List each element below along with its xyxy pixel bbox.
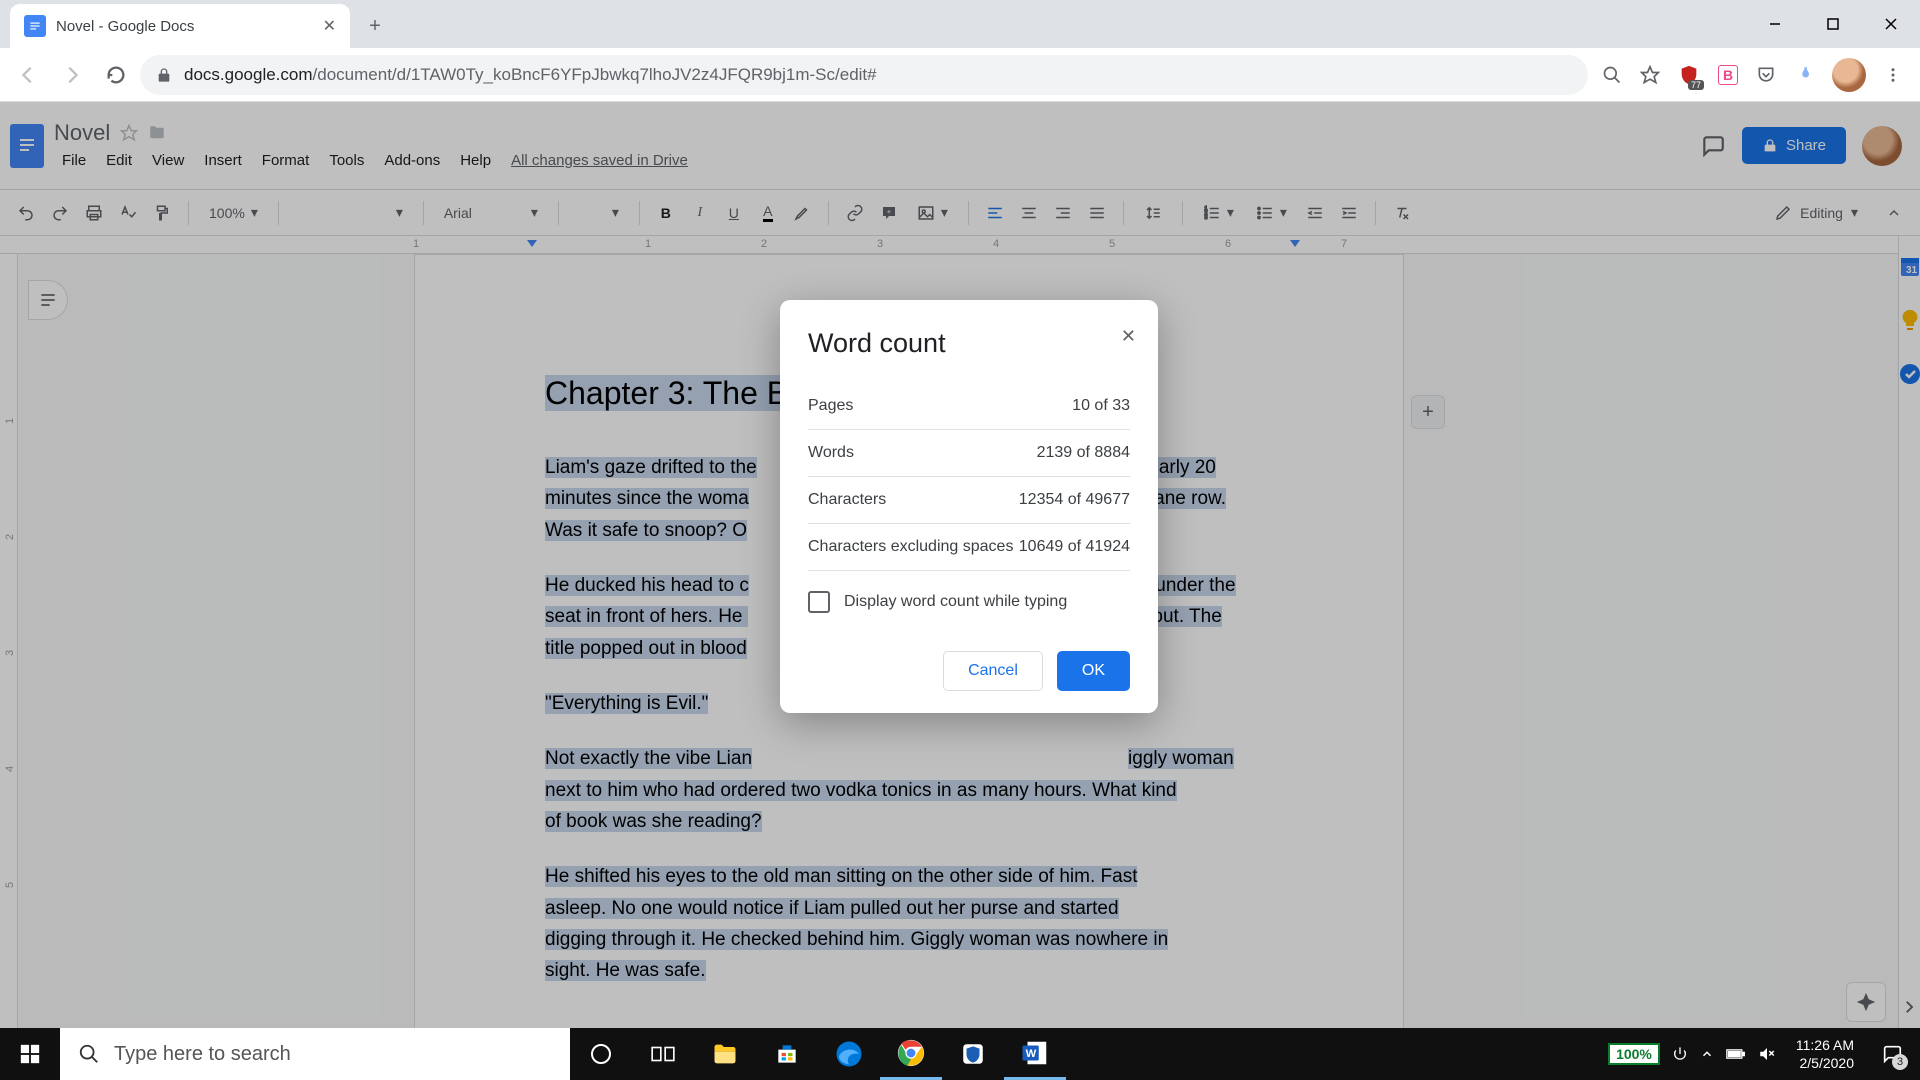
taskbar-search[interactable]: Type here to search	[60, 1028, 570, 1080]
stat-words: Words2139 of 8884	[808, 430, 1130, 477]
stat-characters: Characters12354 of 49677	[808, 477, 1130, 524]
battery-indicator[interactable]: 100%	[1608, 1043, 1660, 1065]
security-app-button[interactable]	[942, 1028, 1004, 1080]
toolbar-actions: 77 B	[1592, 58, 1912, 92]
search-icon	[78, 1043, 100, 1065]
window-minimize-button[interactable]	[1746, 0, 1804, 48]
extension-b-icon[interactable]: B	[1718, 65, 1738, 85]
cortana-button[interactable]	[570, 1028, 632, 1080]
word-button[interactable]: W	[1004, 1028, 1066, 1080]
task-view-button[interactable]	[632, 1028, 694, 1080]
url-text: docs.google.com/document/d/1TAW0Ty_koBnc…	[184, 65, 877, 85]
lock-icon	[156, 67, 172, 83]
power-icon[interactable]	[1672, 1046, 1688, 1062]
pocket-icon[interactable]	[1756, 65, 1776, 85]
new-tab-button[interactable]: +	[356, 7, 394, 45]
action-center-button[interactable]: 3	[1874, 1036, 1910, 1072]
svg-text:W: W	[1026, 1047, 1037, 1059]
dialog-title: Word count	[808, 328, 1130, 359]
browser-profile-avatar[interactable]	[1832, 58, 1866, 92]
forward-button[interactable]	[52, 55, 92, 95]
window-controls	[1746, 0, 1920, 48]
windows-taskbar: Type here to search W 100% 11:26 AM 2/5/…	[0, 1028, 1920, 1080]
word-count-dialog: Word count ✕ Pages10 of 33 Words2139 of …	[780, 300, 1158, 713]
file-explorer-button[interactable]	[694, 1028, 756, 1080]
tab-title: Novel - Google Docs	[56, 18, 313, 35]
docs-favicon	[24, 15, 46, 37]
stat-characters-no-spaces: Characters excluding spaces10649 of 4192…	[808, 524, 1130, 571]
browser-tab[interactable]: Novel - Google Docs ✕	[10, 4, 350, 48]
bookmark-star-icon[interactable]	[1640, 65, 1660, 85]
window-close-button[interactable]	[1862, 0, 1920, 48]
stat-pages: Pages10 of 33	[808, 383, 1130, 430]
zoom-icon[interactable]	[1602, 65, 1622, 85]
tab-close-icon[interactable]: ✕	[323, 16, 336, 36]
extension-shield-icon[interactable]: 77	[1678, 64, 1700, 86]
tray-chevron-icon[interactable]	[1700, 1047, 1714, 1061]
browser-tabstrip: Novel - Google Docs ✕ +	[0, 0, 1920, 48]
extension-badge: 77	[1688, 80, 1704, 90]
reload-button[interactable]	[96, 55, 136, 95]
chrome-button[interactable]	[880, 1028, 942, 1080]
volume-mute-icon[interactable]	[1758, 1045, 1776, 1063]
address-bar[interactable]: docs.google.com/document/d/1TAW0Ty_koBnc…	[140, 55, 1588, 95]
search-placeholder: Type here to search	[114, 1043, 291, 1066]
start-button[interactable]	[0, 1028, 60, 1080]
edge-button[interactable]	[818, 1028, 880, 1080]
cancel-button[interactable]: Cancel	[943, 651, 1043, 691]
browser-toolbar: docs.google.com/document/d/1TAW0Ty_koBnc…	[0, 48, 1920, 102]
dialog-close-button[interactable]: ✕	[1121, 326, 1136, 347]
taskbar-clock[interactable]: 11:26 AM 2/5/2020	[1788, 1036, 1862, 1072]
extension-flame-icon[interactable]	[1794, 65, 1814, 85]
checkbox-label: Display word count while typing	[844, 593, 1067, 611]
notification-count: 3	[1892, 1054, 1908, 1070]
display-while-typing-checkbox[interactable]	[808, 591, 830, 613]
browser-menu-icon[interactable]	[1884, 66, 1902, 84]
battery-icon[interactable]	[1726, 1047, 1746, 1061]
back-button[interactable]	[8, 55, 48, 95]
microsoft-store-button[interactable]	[756, 1028, 818, 1080]
ok-button[interactable]: OK	[1057, 651, 1130, 691]
window-maximize-button[interactable]	[1804, 0, 1862, 48]
